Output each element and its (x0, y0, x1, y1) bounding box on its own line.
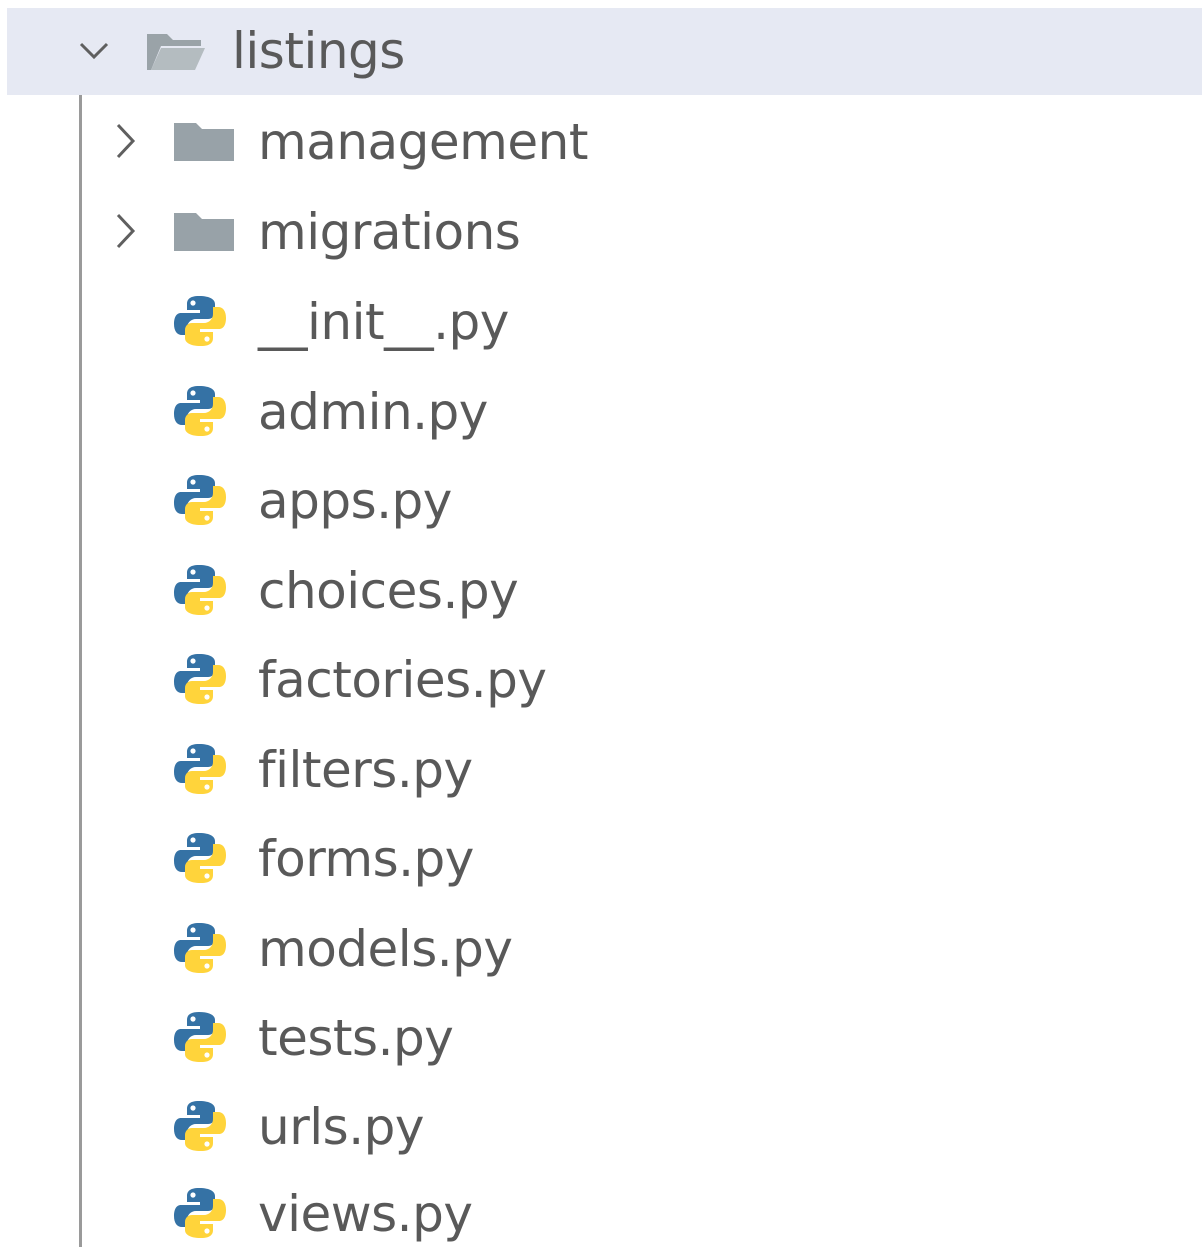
tree-file-forms[interactable]: forms.py (0, 815, 1202, 905)
tree-item-label: tests.py (258, 1009, 454, 1067)
tree-item-label: apps.py (258, 472, 452, 530)
tree-file-models[interactable]: models.py (0, 905, 1202, 995)
tree-file-apps[interactable]: apps.py (0, 457, 1202, 547)
tree-item-label: factories.py (258, 651, 547, 709)
tree-file-tests[interactable]: tests.py (0, 994, 1202, 1084)
tree-item-label: __init__.py (258, 293, 509, 351)
chevron-right-icon[interactable] (112, 121, 138, 165)
python-icon (172, 651, 228, 711)
tree-folder-migrations[interactable]: migrations (0, 188, 1202, 278)
tree-item-label: models.py (258, 920, 513, 978)
tree-item-label: choices.py (258, 562, 519, 620)
tree-file-init[interactable]: __init__.py (0, 278, 1202, 368)
chevron-right-icon[interactable] (112, 211, 138, 255)
tree-item-label: forms.py (258, 830, 474, 888)
tree-item-label: migrations (258, 203, 521, 261)
chevron-down-icon[interactable] (76, 38, 112, 66)
python-icon (172, 1185, 228, 1245)
tree-file-views[interactable]: views.py (0, 1170, 1202, 1247)
python-icon (172, 1098, 228, 1158)
folder-open-icon (143, 26, 207, 78)
file-explorer-tree: listings management migrations __init__.… (0, 0, 1202, 1247)
python-icon (172, 562, 228, 622)
tree-item-label: urls.py (258, 1098, 424, 1156)
folder-icon (172, 119, 236, 167)
tree-file-filters[interactable]: filters.py (0, 726, 1202, 816)
tree-item-label: filters.py (258, 741, 473, 799)
folder-icon (172, 209, 236, 257)
tree-file-choices[interactable]: choices.py (0, 547, 1202, 637)
tree-folder-listings[interactable]: listings (7, 8, 1202, 95)
tree-item-label: listings (232, 21, 405, 80)
tree-folder-management[interactable]: management (0, 98, 1202, 188)
python-icon (172, 293, 228, 353)
tree-item-label: management (258, 113, 588, 171)
tree-file-urls[interactable]: urls.py (0, 1083, 1202, 1173)
tree-item-label: admin.py (258, 383, 488, 441)
tree-file-admin[interactable]: admin.py (0, 368, 1202, 458)
python-icon (172, 472, 228, 532)
python-icon (172, 830, 228, 890)
python-icon (172, 920, 228, 980)
python-icon (172, 383, 228, 443)
tree-file-factories[interactable]: factories.py (0, 636, 1202, 726)
python-icon (172, 741, 228, 801)
python-icon (172, 1009, 228, 1069)
tree-item-label: views.py (258, 1184, 473, 1243)
